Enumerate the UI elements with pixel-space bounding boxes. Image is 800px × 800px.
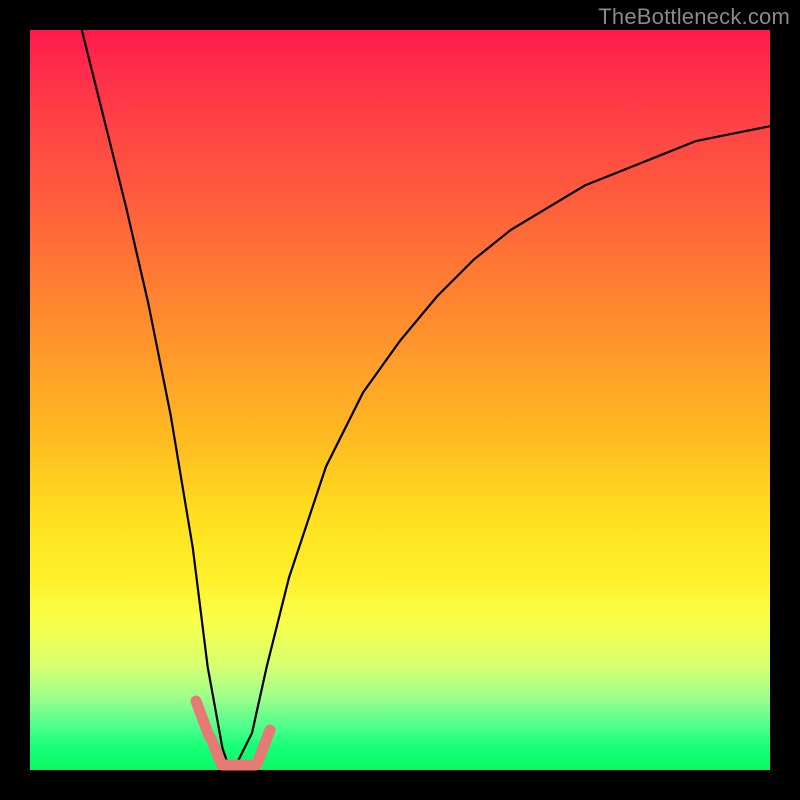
optimal-band-bracket bbox=[196, 701, 270, 765]
chart-frame: TheBottleneck.com bbox=[0, 0, 800, 800]
watermark-text: TheBottleneck.com bbox=[598, 4, 790, 30]
plot-area bbox=[30, 30, 770, 770]
bracket-left bbox=[196, 701, 209, 736]
bracket-right bbox=[258, 730, 270, 761]
bottleneck-curve bbox=[82, 30, 770, 770]
chart-svg bbox=[30, 30, 770, 770]
bracket-left2 bbox=[211, 738, 220, 761]
